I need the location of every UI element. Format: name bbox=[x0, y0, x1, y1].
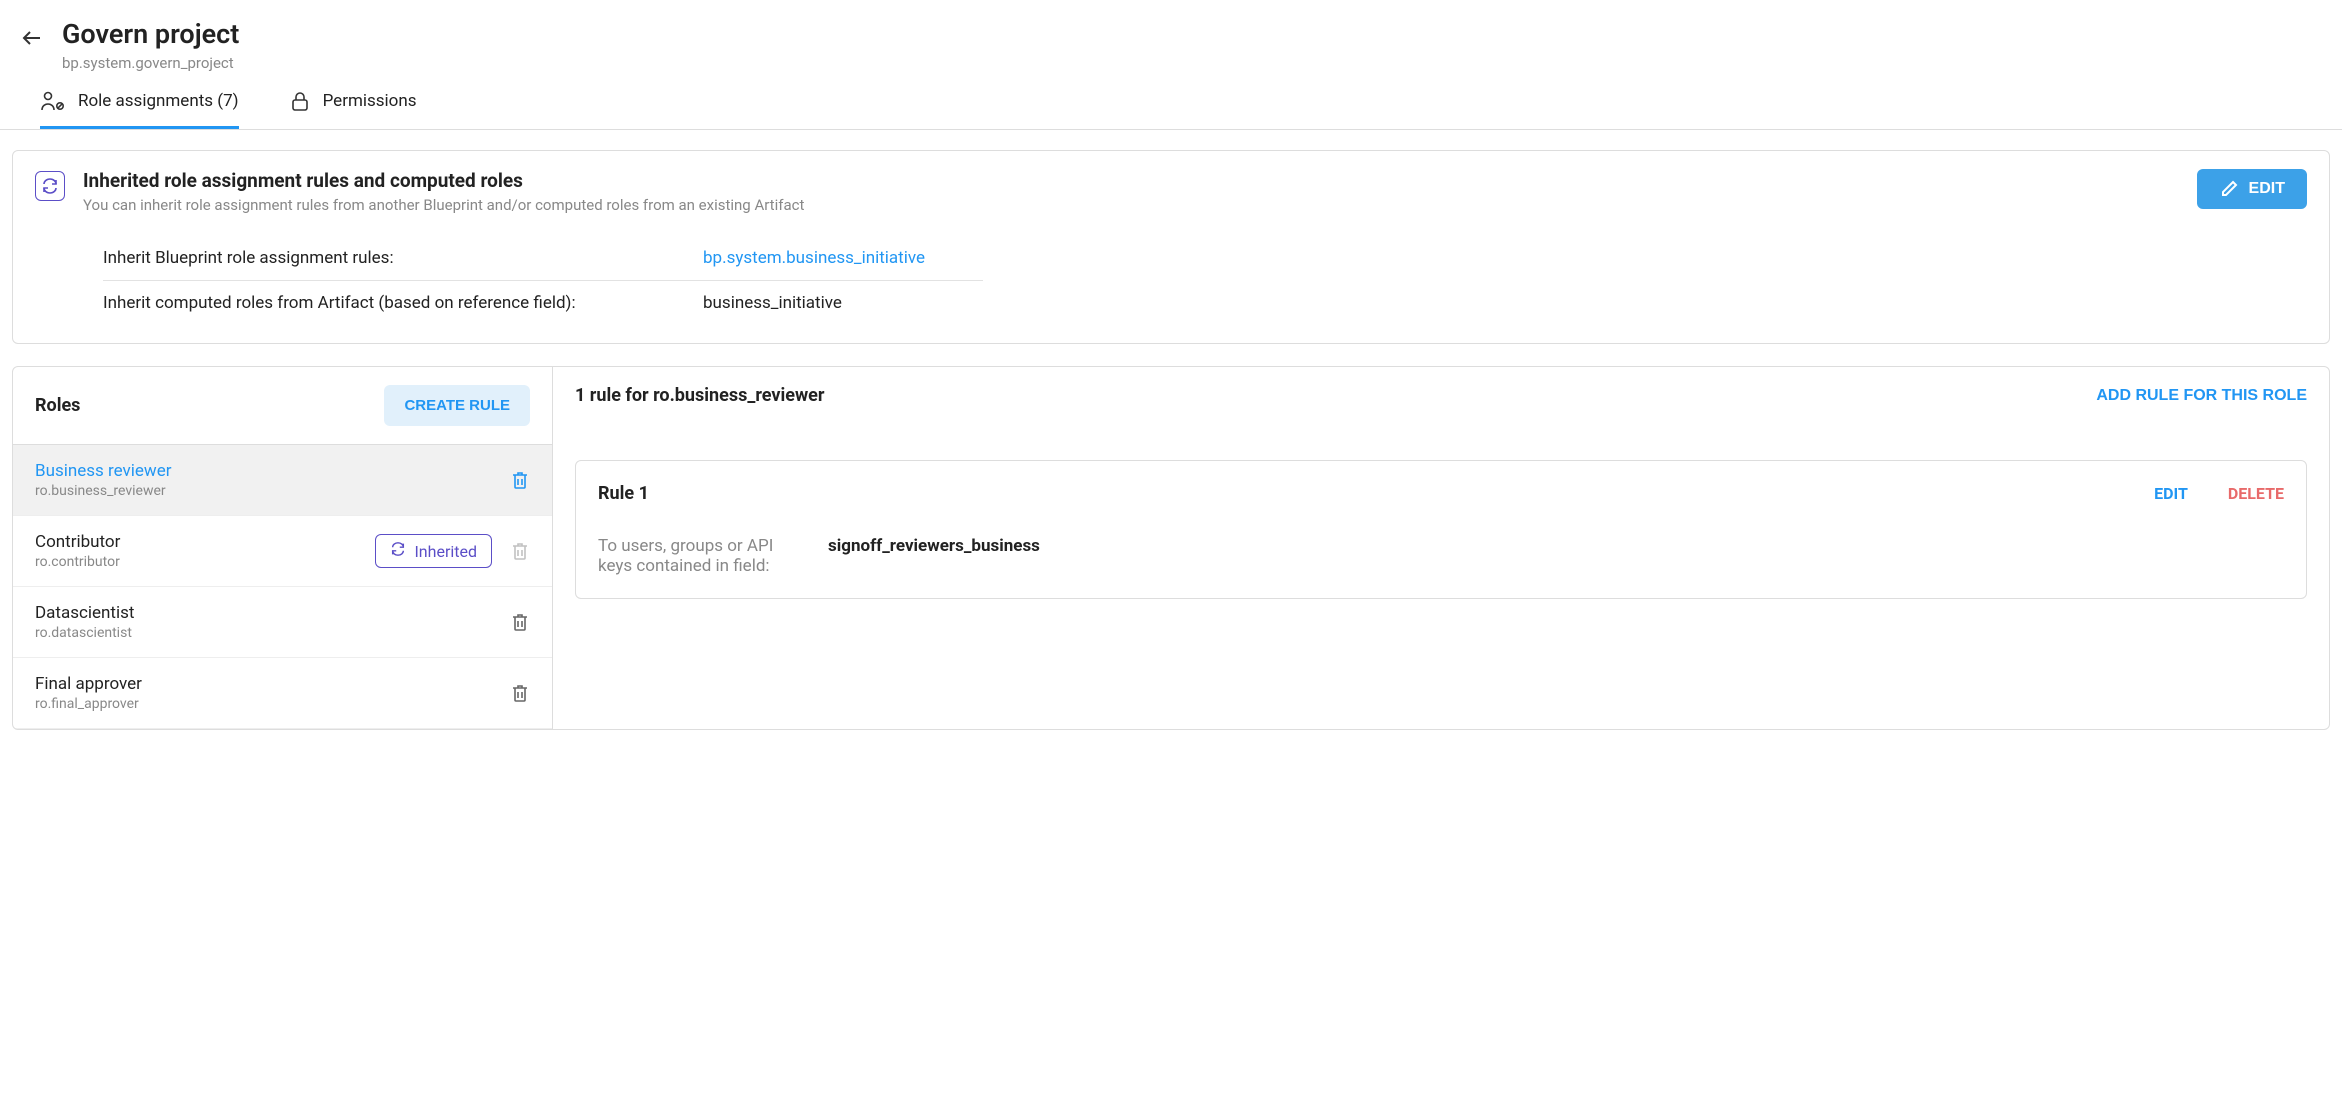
inherited-badge: Inherited bbox=[375, 534, 492, 568]
rules-heading: 1 rule for ro.business_reviewer bbox=[575, 385, 825, 406]
rule-field: signoff_reviewers_business bbox=[828, 536, 1040, 576]
create-rule-button[interactable]: CREATE RULE bbox=[384, 385, 530, 426]
tab-permissions[interactable]: Permissions bbox=[289, 90, 417, 129]
inherited-rules-card: Inherited role assignment rules and comp… bbox=[12, 150, 2330, 344]
role-name: Datascientist bbox=[35, 603, 134, 623]
edit-button-label: EDIT bbox=[2249, 180, 2285, 198]
role-item[interactable]: Business reviewer ro.business_reviewer bbox=[13, 445, 552, 516]
role-id: ro.business_reviewer bbox=[35, 483, 171, 499]
rules-panel: 1 rule for ro.business_reviewer ADD RULE… bbox=[553, 367, 2329, 729]
role-name: Final approver bbox=[35, 674, 142, 694]
trash-icon bbox=[510, 683, 530, 703]
rule-card: Rule 1 EDIT DELETE To users, groups or A… bbox=[575, 460, 2307, 599]
trash-icon bbox=[510, 541, 530, 561]
page-subtitle: bp.system.govern_project bbox=[62, 54, 239, 72]
inherited-badge-label: Inherited bbox=[414, 542, 477, 561]
roles-heading: Roles bbox=[35, 395, 80, 416]
role-item[interactable]: Datascientist ro.datascientist bbox=[13, 587, 552, 658]
role-item[interactable]: Contributor ro.contributor Inherited bbox=[13, 516, 552, 587]
role-item[interactable]: Final approver ro.final_approver bbox=[13, 658, 552, 729]
inherit-blueprint-label: Inherit Blueprint role assignment rules: bbox=[103, 248, 703, 268]
refresh-icon bbox=[390, 541, 406, 561]
inherit-title: Inherited role assignment rules and comp… bbox=[83, 169, 2179, 192]
role-name: Contributor bbox=[35, 532, 120, 552]
delete-role-button[interactable] bbox=[510, 470, 530, 490]
role-name: Business reviewer bbox=[35, 461, 171, 481]
delete-role-button bbox=[510, 541, 530, 561]
role-id: ro.final_approver bbox=[35, 696, 142, 712]
rule-desc: To users, groups or API keys contained i… bbox=[598, 536, 798, 576]
delete-role-button[interactable] bbox=[510, 683, 530, 703]
edit-inherited-button[interactable]: EDIT bbox=[2197, 169, 2307, 209]
add-rule-button[interactable]: ADD RULE FOR THIS ROLE bbox=[2096, 387, 2307, 405]
inherit-artifact-value: business_initiative bbox=[703, 293, 842, 313]
rule-title: Rule 1 bbox=[598, 483, 649, 504]
role-id: ro.contributor bbox=[35, 554, 120, 570]
trash-icon bbox=[510, 470, 530, 490]
page-title: Govern project bbox=[62, 18, 239, 50]
tab-label: Role assignments (7) bbox=[78, 91, 239, 111]
rule-edit-button[interactable]: EDIT bbox=[2154, 484, 2188, 503]
edit-icon bbox=[2219, 179, 2239, 199]
inherit-desc: You can inherit role assignment rules fr… bbox=[83, 196, 2179, 214]
inherit-blueprint-link[interactable]: bp.system.business_initiative bbox=[703, 248, 925, 268]
back-button[interactable] bbox=[20, 26, 44, 54]
inherit-icon bbox=[35, 171, 65, 201]
tab-role-assignments[interactable]: Role assignments (7) bbox=[40, 90, 239, 129]
rule-delete-button[interactable]: DELETE bbox=[2228, 484, 2284, 503]
trash-icon bbox=[510, 612, 530, 632]
users-icon bbox=[40, 90, 66, 112]
lock-icon bbox=[289, 90, 311, 112]
arrow-left-icon bbox=[20, 26, 44, 50]
inherit-artifact-label: Inherit computed roles from Artifact (ba… bbox=[103, 293, 703, 313]
roles-panel: Roles CREATE RULE Business reviewer ro.bu… bbox=[13, 367, 553, 729]
role-id: ro.datascientist bbox=[35, 625, 134, 641]
tab-label: Permissions bbox=[323, 91, 417, 111]
delete-role-button[interactable] bbox=[510, 612, 530, 632]
